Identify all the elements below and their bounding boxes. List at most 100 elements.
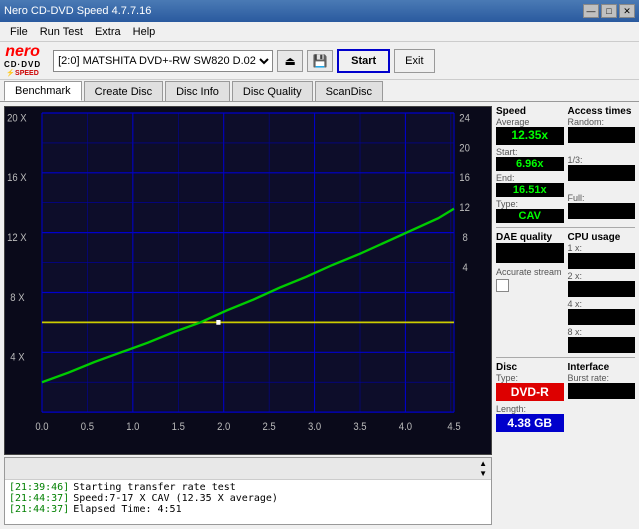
svg-text:4.0: 4.0: [399, 422, 413, 434]
interface-burst-value: [568, 383, 636, 399]
save-button[interactable]: 💾: [307, 50, 333, 72]
logo-speed: ⚡SPEED: [6, 70, 38, 77]
svg-text:0.5: 0.5: [81, 422, 95, 434]
svg-text:1.0: 1.0: [126, 422, 140, 434]
interface-section: Interface Burst rate:: [568, 362, 636, 432]
log-area: ▲ ▼ [21:39:46] Starting transfer rate te…: [4, 457, 492, 525]
toolbar: nero CD·DVD ⚡SPEED [2:0] MATSHITA DVD+-R…: [0, 42, 639, 80]
speed-access-row: Speed Average 12.35x Start: 6.96x End: 1…: [496, 106, 635, 223]
svg-text:2.5: 2.5: [263, 422, 277, 434]
exit-button[interactable]: Exit: [394, 49, 434, 73]
disc-interface-row: Disc Type: DVD-R Length: 4.38 GB Interfa…: [496, 362, 635, 432]
access-full-value: [568, 203, 636, 219]
svg-text:8 X: 8 X: [10, 292, 24, 304]
divider-2: [496, 357, 635, 358]
speed-start-value: 6.96x: [496, 157, 564, 171]
dae-checkbox-row: [496, 279, 564, 292]
tab-scandisc[interactable]: ScanDisc: [315, 81, 383, 101]
log-msg-0: Starting transfer rate test: [73, 482, 236, 493]
svg-text:20: 20: [459, 143, 470, 155]
window-controls: — □ ✕: [583, 4, 635, 18]
speed-type-value: CAV: [496, 209, 564, 223]
cpu-1x-value: [568, 253, 636, 269]
access-random-label: Random:: [568, 117, 636, 127]
svg-text:24: 24: [459, 113, 470, 125]
svg-text:4: 4: [462, 262, 468, 274]
svg-text:3.0: 3.0: [308, 422, 322, 434]
cpu-4x-label: 4 x:: [568, 299, 636, 309]
access-full-label: Full:: [568, 193, 636, 203]
log-entry-1: [21:44:37] Speed:7-17 X CAV (12.35 X ave…: [9, 493, 487, 504]
cpu-4x-value: [568, 309, 636, 325]
app-title: Nero CD-DVD Speed 4.7.7.16: [4, 5, 151, 17]
logo-nero: nero: [5, 44, 40, 60]
dae-accurate-label: Accurate stream: [496, 267, 564, 277]
dae-title: DAE quality: [496, 232, 564, 243]
log-entry-2: [21:44:37] Elapsed Time: 4:51: [9, 504, 487, 515]
menu-file[interactable]: File: [4, 24, 34, 40]
access-third-label: 1/3:: [568, 155, 636, 165]
start-button[interactable]: Start: [337, 49, 390, 73]
svg-text:8: 8: [462, 233, 468, 245]
svg-text:12: 12: [459, 203, 470, 215]
access-random-value: [568, 127, 636, 143]
logo-cdspeed: CD·DVD: [4, 60, 41, 70]
cpu-2x-value: [568, 281, 636, 297]
log-msg-1: Speed:7-17 X CAV (12.35 X average): [73, 493, 278, 504]
speed-average-label: Average: [496, 117, 564, 127]
chart-log-area: 20 X 16 X 12 X 8 X 4 X 24 20 16 12 8 4 0…: [0, 102, 494, 529]
tab-benchmark[interactable]: Benchmark: [4, 81, 82, 101]
log-time-0: [21:39:46]: [9, 482, 69, 493]
svg-text:0.0: 0.0: [35, 422, 49, 434]
log-time-2: [21:44:37]: [9, 504, 69, 515]
eject-button[interactable]: ⏏: [277, 50, 303, 72]
speed-end-value: 16.51x: [496, 183, 564, 197]
logo: nero CD·DVD ⚡SPEED: [4, 44, 41, 77]
close-button[interactable]: ✕: [619, 4, 635, 18]
disc-title: Disc: [496, 362, 564, 373]
log-entry-0: [21:39:46] Starting transfer rate test: [9, 482, 487, 493]
menu-help[interactable]: Help: [127, 24, 162, 40]
speed-title: Speed: [496, 106, 564, 117]
tab-create-disc[interactable]: Create Disc: [84, 81, 163, 101]
svg-text:16: 16: [459, 173, 470, 185]
disc-section: Disc Type: DVD-R Length: 4.38 GB: [496, 362, 564, 432]
dae-cpu-row: DAE quality Accurate stream CPU usage 1 …: [496, 232, 635, 353]
log-msg-2: Elapsed Time: 4:51: [73, 504, 181, 515]
tab-disc-quality[interactable]: Disc Quality: [232, 81, 313, 101]
divider-1: [496, 227, 635, 228]
scroll-up-icon[interactable]: ▲: [479, 459, 487, 468]
dae-section: DAE quality Accurate stream: [496, 232, 564, 353]
interface-burst-label: Burst rate:: [568, 373, 636, 383]
tabs-bar: Benchmark Create Disc Disc Info Disc Qua…: [0, 80, 639, 102]
minimize-button[interactable]: —: [583, 4, 599, 18]
maximize-button[interactable]: □: [601, 4, 617, 18]
speed-type-label: Type:: [496, 199, 564, 209]
cpu-title: CPU usage: [568, 232, 636, 243]
dae-checkbox[interactable]: [496, 279, 509, 292]
log-scrollbar-controls: ▲ ▼: [479, 459, 487, 478]
scroll-down-icon[interactable]: ▼: [479, 469, 487, 478]
log-time-1: [21:44:37]: [9, 493, 69, 504]
menu-extra[interactable]: Extra: [89, 24, 127, 40]
chart-container: 20 X 16 X 12 X 8 X 4 X 24 20 16 12 8 4 0…: [4, 106, 492, 455]
access-times-section: Access times Random: 1/3: Full:: [568, 106, 636, 223]
tab-disc-info[interactable]: Disc Info: [165, 81, 230, 101]
access-title: Access times: [568, 106, 636, 117]
main-content: 20 X 16 X 12 X 8 X 4 X 24 20 16 12 8 4 0…: [0, 102, 639, 529]
menubar: File Run Test Extra Help: [0, 22, 639, 42]
right-panel: Speed Average 12.35x Start: 6.96x End: 1…: [494, 102, 639, 529]
cpu-section: CPU usage 1 x: 2 x: 4 x: 8 x:: [568, 232, 636, 353]
svg-text:12 X: 12 X: [7, 233, 27, 245]
titlebar: Nero CD-DVD Speed 4.7.7.16 — □ ✕: [0, 0, 639, 22]
svg-text:20 X: 20 X: [7, 113, 27, 125]
menu-run-test[interactable]: Run Test: [34, 24, 89, 40]
speed-start-label: Start:: [496, 147, 564, 157]
svg-text:4.5: 4.5: [447, 422, 461, 434]
drive-select[interactable]: [2:0] MATSHITA DVD+-RW SW820 D.02: [53, 50, 273, 72]
svg-text:3.5: 3.5: [353, 422, 367, 434]
dae-value: [496, 243, 564, 263]
disc-type-label: Type:: [496, 373, 564, 383]
disc-length-value: 4.38 GB: [496, 414, 564, 432]
svg-text:1.5: 1.5: [172, 422, 186, 434]
